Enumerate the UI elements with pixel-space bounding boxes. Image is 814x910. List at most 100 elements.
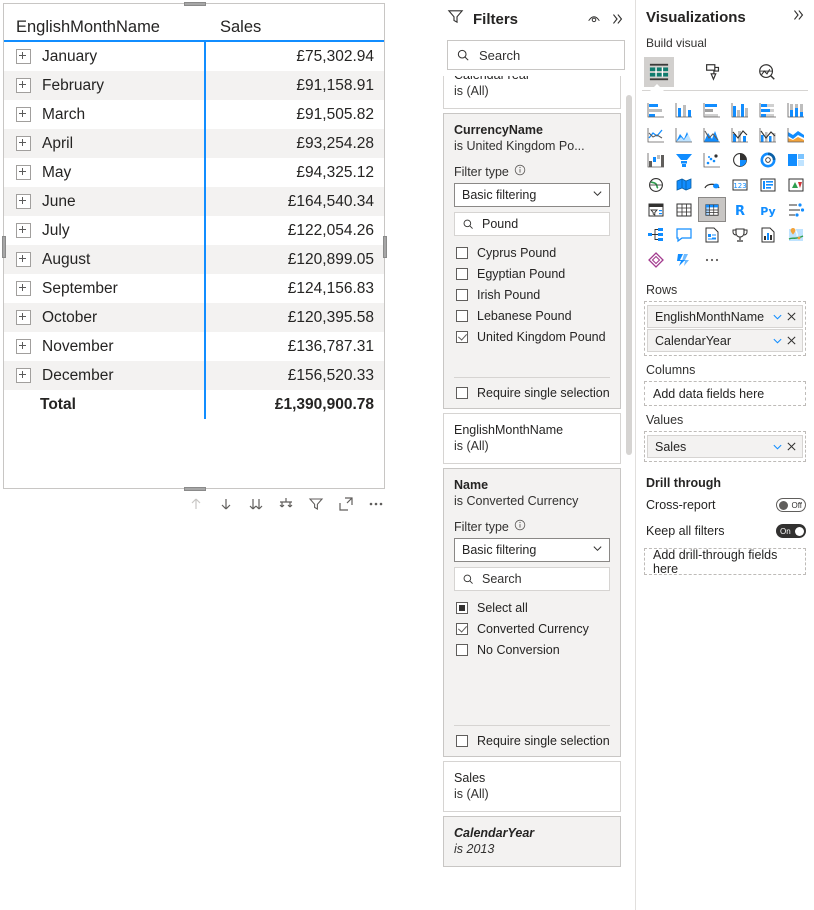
list-item[interactable]: Converted Currency	[454, 618, 610, 639]
gallery-more-visuals[interactable]	[698, 247, 726, 272]
resize-handle-right[interactable]	[383, 236, 387, 258]
gallery-r-script-visual[interactable]: R	[726, 197, 754, 222]
gallery-funnel-chart[interactable]	[670, 147, 698, 172]
table-row[interactable]: March £91,505.82	[4, 100, 384, 129]
gallery-pie-chart[interactable]	[726, 147, 754, 172]
gallery-matrix[interactable]	[698, 197, 726, 222]
list-item[interactable]: Egyptian Pound	[454, 263, 610, 284]
remove-field-icon[interactable]	[784, 440, 798, 454]
filter-values-list[interactable]: Cyprus Pound Egyptian Pound Irish Pound …	[454, 242, 610, 347]
gallery-azure-map[interactable]	[698, 172, 726, 197]
filters-search-input[interactable]: Search	[447, 40, 625, 70]
expand-all-icon[interactable]	[246, 494, 266, 514]
checkbox[interactable]	[456, 735, 468, 747]
checkbox[interactable]	[456, 309, 468, 322]
gallery-area-chart[interactable]	[670, 122, 698, 147]
gallery-card[interactable]: 123	[726, 172, 754, 197]
filter-values-search-input[interactable]: Pound	[454, 212, 610, 236]
filters-list[interactable]: CalendarYear is (All) CurrencyName is Un…	[437, 76, 635, 910]
visual-type-gallery[interactable]: 123 R Py	[636, 91, 814, 276]
matrix-table[interactable]: EnglishMonthName Sales January £75,302.9…	[4, 4, 384, 488]
visualizations-tabs[interactable]	[636, 54, 814, 91]
expand-icon[interactable]	[16, 107, 31, 122]
gallery-power-automate[interactable]	[670, 247, 698, 272]
list-item[interactable]: No Conversion	[454, 639, 610, 660]
expand-icon[interactable]	[16, 368, 31, 383]
chevron-down-icon[interactable]	[770, 440, 784, 454]
list-item[interactable]: Lebanese Pound	[454, 305, 610, 326]
column-header-englishmonthname[interactable]: EnglishMonthName	[4, 18, 216, 37]
resize-handle-bottom[interactable]	[184, 487, 206, 491]
table-total-row[interactable]: Total £1,390,900.78	[4, 390, 384, 419]
more-options-icon[interactable]	[366, 494, 386, 514]
gallery-clustered-column-chart[interactable]	[726, 97, 754, 122]
gallery-line-clustered-column-chart[interactable]	[754, 122, 782, 147]
gallery-map[interactable]	[642, 172, 670, 197]
table-row[interactable]: June £164,540.34	[4, 187, 384, 216]
filter-icon[interactable]	[306, 494, 326, 514]
drill-on-hierarchy-icon[interactable]	[276, 494, 296, 514]
list-item[interactable]: Irish Pound	[454, 284, 610, 305]
column-header-sales[interactable]: Sales	[216, 18, 384, 37]
expand-icon[interactable]	[16, 136, 31, 151]
list-item-select-all[interactable]: Select all	[454, 597, 610, 618]
gallery-metrics[interactable]	[754, 222, 782, 247]
gallery-python-visual[interactable]: Py	[754, 197, 782, 222]
checkbox[interactable]	[456, 601, 468, 614]
focus-mode-icon[interactable]	[336, 494, 356, 514]
cross-report-toggle[interactable]: Off	[776, 498, 806, 512]
filter-card-currencyname[interactable]: CurrencyName is United Kingdom Po... Fil…	[443, 113, 621, 409]
field-chip[interactable]: EnglishMonthName	[647, 305, 803, 328]
expand-icon[interactable]	[16, 78, 31, 93]
filters-pane-scrollbar[interactable]	[626, 95, 632, 455]
info-icon[interactable]	[514, 519, 526, 534]
resize-handle-left[interactable]	[2, 236, 6, 258]
table-row[interactable]: January £75,302.94	[4, 42, 384, 71]
hide-filter-icon[interactable]	[584, 9, 604, 29]
well-columns[interactable]: Add data fields here	[644, 381, 806, 406]
well-values[interactable]: Sales	[644, 431, 806, 462]
table-row[interactable]: October £120,395.58	[4, 303, 384, 332]
gallery-donut-chart[interactable]	[754, 147, 782, 172]
filter-card-calendaryear-2013[interactable]: CalendarYear is 2013	[443, 816, 621, 867]
drill-up-icon[interactable]	[186, 494, 206, 514]
drill-through-keep-filters-row[interactable]: Keep all filters On	[636, 518, 814, 544]
table-row[interactable]: February £91,158.91	[4, 71, 384, 100]
table-row[interactable]: September £124,156.83	[4, 274, 384, 303]
tab-build-visual[interactable]	[644, 57, 674, 91]
expand-icon[interactable]	[16, 194, 31, 209]
drill-through-cross-report-row[interactable]: Cross-report Off	[636, 492, 814, 518]
checkbox[interactable]	[456, 387, 468, 399]
gallery-table[interactable]	[670, 197, 698, 222]
checkbox[interactable]	[456, 246, 468, 259]
filter-type-select[interactable]: Basic filtering	[454, 538, 610, 562]
filter-type-select[interactable]: Basic filtering	[454, 183, 610, 207]
gallery-line-chart[interactable]	[642, 122, 670, 147]
filter-values-search-input[interactable]: Search	[454, 567, 610, 591]
gallery-smart-narrative[interactable]	[698, 222, 726, 247]
checkbox[interactable]	[456, 330, 468, 343]
expand-icon[interactable]	[16, 252, 31, 267]
gallery-multi-row-card[interactable]	[754, 172, 782, 197]
gallery-kpi[interactable]	[782, 172, 810, 197]
table-row[interactable]: August £120,899.05	[4, 245, 384, 274]
filter-card-sales[interactable]: Sales is (All)	[443, 761, 621, 812]
gallery-line-stacked-column-chart[interactable]	[726, 122, 754, 147]
filter-card-englishmonthname[interactable]: EnglishMonthName is (All)	[443, 413, 621, 464]
tab-format[interactable]	[698, 57, 728, 87]
gallery-stacked-bar-chart[interactable]	[642, 97, 670, 122]
gallery-treemap[interactable]	[782, 147, 810, 172]
field-chip[interactable]: CalendarYear	[647, 329, 803, 352]
drill-down-icon[interactable]	[216, 494, 236, 514]
gallery-100-stacked-column-chart[interactable]	[782, 97, 810, 122]
remove-field-icon[interactable]	[784, 334, 798, 348]
table-row[interactable]: July £122,054.26	[4, 216, 384, 245]
info-icon[interactable]	[514, 164, 526, 179]
table-row[interactable]: May £94,325.12	[4, 158, 384, 187]
field-chip[interactable]: Sales	[647, 435, 803, 458]
collapse-pane-icon[interactable]	[790, 7, 806, 28]
well-rows[interactable]: EnglishMonthName CalendarYear	[644, 301, 806, 356]
well-drill-through[interactable]: Add drill-through fields here	[644, 548, 806, 576]
gallery-paginated-report[interactable]	[726, 222, 754, 247]
keep-all-filters-toggle[interactable]: On	[776, 524, 806, 538]
